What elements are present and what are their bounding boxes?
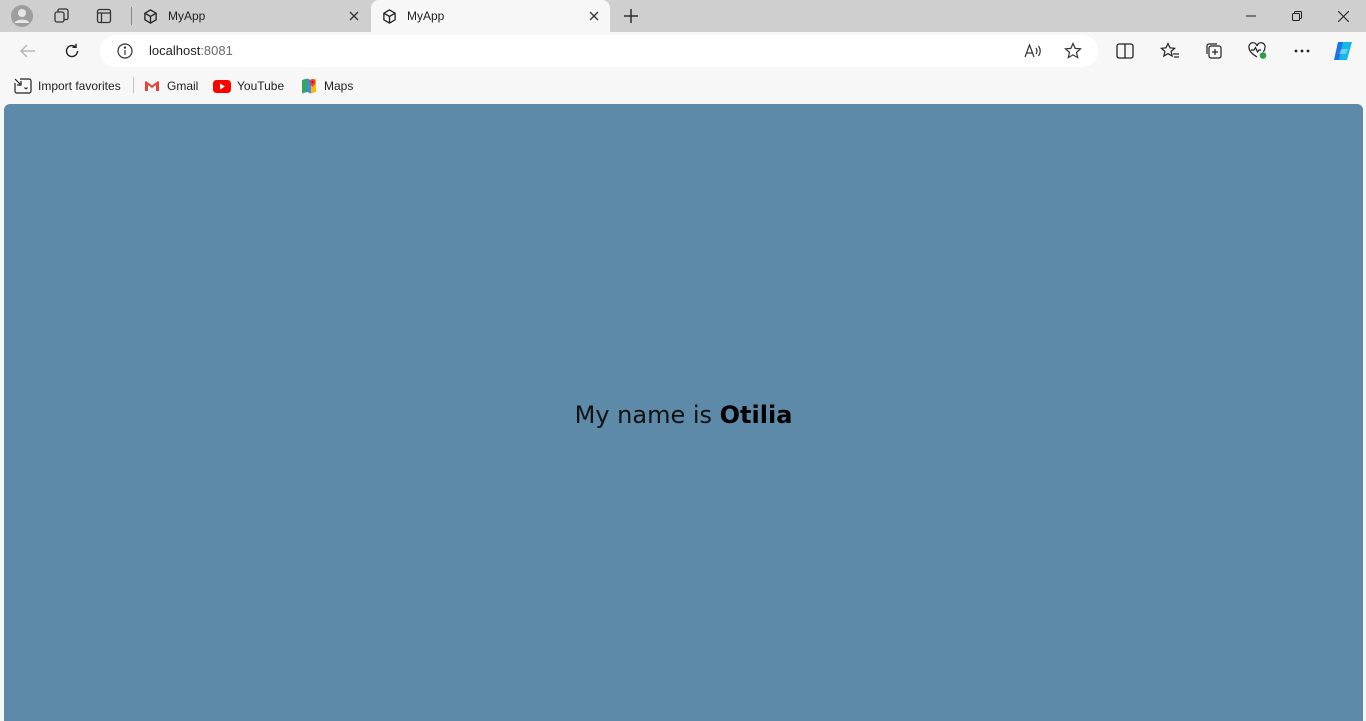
bookmark-label: Gmail (167, 79, 199, 93)
back-arrow-icon[interactable] (14, 37, 42, 65)
bookmark-label: Maps (324, 79, 354, 93)
new-tab-icon[interactable] (619, 4, 643, 28)
read-aloud-icon[interactable] (1021, 39, 1045, 63)
favorites-divider (133, 77, 134, 93)
restore-icon[interactable] (1274, 0, 1320, 32)
tab-myapp-2[interactable]: MyApp (371, 0, 610, 32)
bookmark-label: Import favorites (38, 79, 121, 93)
site-info-icon[interactable] (116, 42, 134, 60)
bookmark-gmail[interactable]: Gmail (143, 77, 198, 95)
bookmark-youtube[interactable]: YouTube (213, 77, 284, 95)
greeting-text: My name is Otilia (4, 401, 1363, 429)
bookmark-import-favorites[interactable]: Import favorites (14, 77, 121, 95)
tab-title: MyApp (407, 9, 445, 23)
profile-icon[interactable] (10, 4, 34, 28)
url-host: localhost (149, 43, 201, 58)
gmail-icon (143, 77, 161, 95)
import-favorites-icon (14, 77, 32, 95)
user-name: Otilia (719, 401, 793, 429)
cube-favicon-icon (381, 8, 397, 24)
maps-icon (300, 77, 318, 95)
vertical-tabs-icon[interactable] (92, 4, 116, 28)
favorites-bar: Import favorites Gmail YouTube Maps (0, 70, 1366, 102)
tab-title: MyApp (168, 9, 206, 23)
split-screen-icon[interactable] (1111, 37, 1139, 65)
close-tab-icon[interactable] (342, 4, 366, 28)
page-content: My name is Otilia (4, 104, 1363, 721)
tab-myapp-1[interactable]: MyApp (132, 0, 370, 32)
close-tab-icon[interactable] (582, 4, 606, 28)
browser-toolbar: localhost:8081 (0, 32, 1366, 70)
refresh-icon[interactable] (58, 37, 86, 65)
tab-strip: MyApp MyApp (0, 0, 1366, 32)
more-options-icon[interactable] (1288, 37, 1316, 65)
copilot-icon[interactable] (1329, 37, 1357, 65)
favorites-icon[interactable] (1156, 37, 1184, 65)
minimize-icon[interactable] (1228, 0, 1274, 32)
greeting-prefix: My name is (574, 401, 720, 429)
youtube-icon (213, 77, 231, 95)
cube-favicon-icon (142, 8, 158, 24)
browser-essentials-icon[interactable] (1244, 37, 1272, 65)
bookmark-maps[interactable]: Maps (300, 77, 353, 95)
bookmark-label: YouTube (237, 79, 285, 93)
close-window-icon[interactable] (1320, 0, 1366, 32)
address-bar[interactable]: localhost:8081 (100, 35, 1098, 67)
url-port: :8081 (200, 43, 233, 58)
favorite-star-icon[interactable] (1061, 39, 1085, 63)
collections-icon[interactable] (1200, 37, 1228, 65)
url-text[interactable]: localhost:8081 (149, 43, 233, 58)
workspaces-icon[interactable] (50, 4, 74, 28)
